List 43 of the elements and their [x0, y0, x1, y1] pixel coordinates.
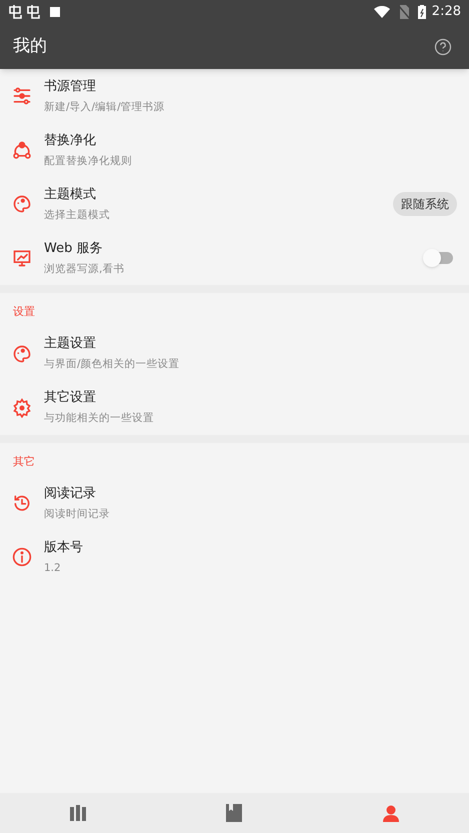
settings-item[interactable]: 其它设置 与功能相关的一些设置 [0, 380, 469, 434]
no-sim-icon [398, 5, 410, 19]
section-header: 其它 [12, 454, 36, 470]
item-subtitle: 选择主题模式 [44, 208, 111, 222]
settings-item[interactable]: 阅读记录 阅读时间记录 [0, 476, 469, 530]
settings-item[interactable]: Web 服务 浏览器写源,看书 [0, 231, 469, 285]
settings-item[interactable]: 版本号 1.2 [0, 530, 469, 584]
item-subtitle: 阅读时间记录 [44, 508, 111, 520]
settings-item[interactable]: 主题模式 选择主题模式 跟随系统 [0, 177, 469, 231]
theme-mode-chip[interactable]: 跟随系统 [393, 192, 457, 216]
item-title: 书源管理 [44, 78, 97, 94]
notification-icons [8, 5, 62, 19]
battery-icon [418, 5, 426, 19]
status-time: 2:28 [432, 3, 461, 22]
settings-icon [12, 398, 32, 418]
palette-icon [12, 194, 32, 214]
item-subtitle: 与功能相关的一些设置 [44, 412, 155, 425]
app-bar-title: 我的 [13, 34, 47, 58]
help-icon[interactable] [434, 38, 452, 56]
history-icon [12, 493, 32, 513]
item-subtitle: 与界面/颜色相关的一些设置 [44, 358, 181, 371]
item-title: 主题模式 [44, 186, 97, 202]
item-subtitle: 配置替换净化规则 [44, 154, 133, 168]
info-icon [12, 547, 32, 567]
settings-item[interactable]: 书源管理 新建/导入/编辑/管理书源 [0, 69, 469, 123]
item-subtitle: 新建/导入/编辑/管理书源 [44, 100, 166, 114]
sliders-icon [12, 86, 32, 106]
item-subtitle: 1.2 [44, 562, 62, 574]
palette-icon [12, 344, 32, 364]
item-title: 替换净化 [44, 132, 97, 148]
item-title: 版本号 [44, 540, 84, 556]
nodes-icon [12, 140, 32, 160]
settings-item[interactable]: 主题设置 与界面/颜色相关的一些设置 [0, 326, 469, 380]
item-title: 其它设置 [44, 390, 97, 406]
section-header: 设置 [12, 304, 36, 320]
wifi-icon [374, 6, 390, 18]
presentation-chart-icon [12, 248, 32, 268]
item-title: 阅读记录 [44, 486, 97, 502]
toggle-switch[interactable] [423, 248, 453, 268]
settings-item[interactable]: 替换净化 配置替换净化规则 [0, 123, 469, 177]
item-title: Web 服务 [44, 240, 104, 256]
item-title: 主题设置 [44, 336, 97, 352]
item-subtitle: 浏览器写源,看书 [44, 262, 126, 276]
